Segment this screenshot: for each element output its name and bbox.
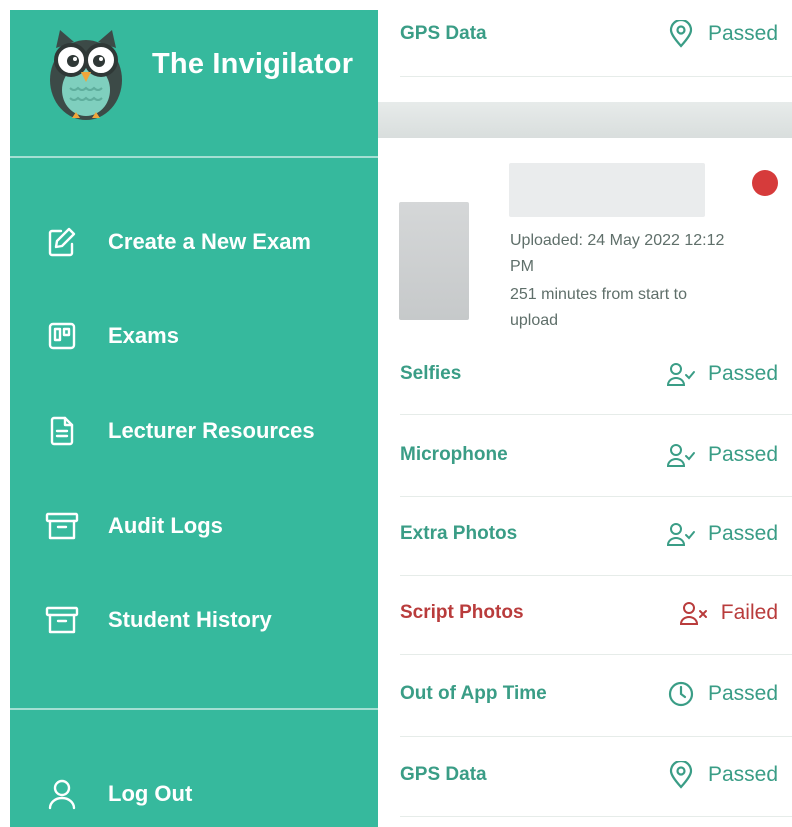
row-separator <box>400 414 792 415</box>
check-label: Extra Photos <box>400 523 518 544</box>
card-divider-band <box>378 102 792 138</box>
status-text: Passed <box>707 522 778 545</box>
row-separator <box>400 816 792 817</box>
sidebar-item-audit-logs[interactable]: Audit Logs <box>44 506 364 546</box>
location-pin-icon <box>666 19 696 49</box>
status-text: Passed <box>707 443 778 466</box>
row-separator <box>400 654 792 655</box>
upload-duration-line2: upload <box>510 312 559 329</box>
sidebar-divider-top <box>10 156 378 158</box>
sidebar-item-label: Student History <box>108 607 272 632</box>
sidebar-item-label: Exams <box>108 323 179 348</box>
alert-status-dot <box>752 170 778 196</box>
archive-icon <box>44 508 80 544</box>
check-row-selfies[interactable]: Selfies Passed <box>400 354 792 394</box>
status-text: Passed <box>707 763 778 786</box>
edit-icon <box>44 224 80 260</box>
logout-button[interactable]: Log Out <box>44 774 364 814</box>
clock-icon <box>666 679 696 709</box>
check-status: Passed <box>666 19 778 49</box>
user-x-icon <box>679 598 709 628</box>
upload-time-line1: Uploaded: 24 May 2022 12:12 <box>510 232 725 249</box>
sidebar-item-create-exam[interactable]: Create a New Exam <box>44 222 364 262</box>
board-icon <box>44 318 80 354</box>
check-status: Passed <box>666 519 778 549</box>
check-label: Selfies <box>400 363 462 384</box>
upload-time-line2: PM <box>510 258 534 275</box>
check-label: GPS Data <box>400 23 487 44</box>
upload-duration-text: 251 minutes from start to upload <box>510 282 770 334</box>
user-check-icon <box>666 440 696 470</box>
sidebar-item-label: Lecturer Resources <box>108 418 315 443</box>
logout-label: Log Out <box>108 781 193 806</box>
check-row-gps-data-top[interactable]: GPS Data Passed <box>400 14 792 54</box>
sidebar-item-student-history[interactable]: Student History <box>44 600 364 640</box>
row-separator <box>400 575 792 576</box>
upload-time-text: Uploaded: 24 May 2022 12:12 PM <box>510 228 770 280</box>
results-panel: GPS Data Passed Uploaded: 24 May 2022 12… <box>378 0 792 827</box>
status-text: Passed <box>707 682 778 705</box>
brand[interactable]: The Invigilator <box>10 10 378 156</box>
check-label: Out of App Time <box>400 683 547 704</box>
location-pin-icon <box>666 760 696 790</box>
archive-icon <box>44 602 80 638</box>
check-status: Failed <box>679 598 778 628</box>
sidebar-item-label: Create a New Exam <box>108 229 311 254</box>
sidebar-item-label: Audit Logs <box>108 513 223 538</box>
check-row-extra-photos[interactable]: Extra Photos Passed <box>400 514 792 554</box>
row-separator <box>400 496 792 497</box>
row-separator <box>400 736 792 737</box>
check-status: Passed <box>666 679 778 709</box>
check-row-microphone[interactable]: Microphone Passed <box>400 435 792 475</box>
check-label: GPS Data <box>400 764 487 785</box>
check-row-gps-data[interactable]: GPS Data Passed <box>400 755 792 795</box>
redacted-student-name <box>509 163 705 217</box>
owl-logo-icon <box>50 30 122 120</box>
upload-duration-line1: 251 minutes from start to <box>510 286 687 303</box>
check-label: Script Photos <box>400 602 524 623</box>
check-row-script-photos[interactable]: Script Photos Failed <box>400 593 792 633</box>
sidebar-item-lecturer-resources[interactable]: Lecturer Resources <box>44 411 364 451</box>
app-title: The Invigilator <box>152 48 354 80</box>
user-check-icon <box>666 519 696 549</box>
user-icon <box>44 776 80 812</box>
check-status: Passed <box>666 440 778 470</box>
status-text: Passed <box>707 362 778 385</box>
sidebar-item-exams[interactable]: Exams <box>44 316 364 356</box>
check-status: Passed <box>666 760 778 790</box>
sidebar: The Invigilator Create a New Exam Exams <box>10 10 378 827</box>
document-icon <box>44 413 80 449</box>
check-status: Passed <box>666 359 778 389</box>
status-text: Passed <box>707 22 778 45</box>
status-text: Failed <box>720 601 778 624</box>
submission-thumbnail[interactable] <box>399 202 469 320</box>
check-row-out-of-app-time[interactable]: Out of App Time Passed <box>400 674 792 714</box>
row-separator <box>400 76 792 77</box>
sidebar-divider-bottom <box>10 708 378 710</box>
user-check-icon <box>666 359 696 389</box>
check-label: Microphone <box>400 444 508 465</box>
